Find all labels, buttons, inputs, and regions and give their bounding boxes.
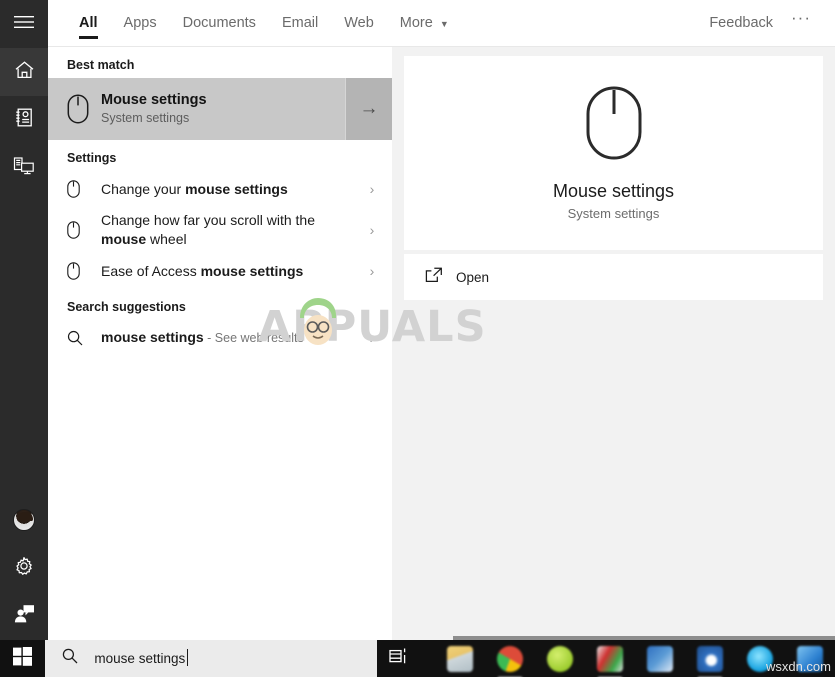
search-suggestion-label-1: mouse settings - See web results [101,329,304,345]
rail-top-group [0,0,48,192]
rail-item-home[interactable] [0,48,48,96]
tab-all-label: All [79,15,98,31]
mouse-icon [67,221,101,239]
chevron-right-icon: › [369,263,375,279]
task-view-icon [389,647,409,670]
search-flyout-screen: All Apps Documents Email Web More ▼ Feed… [0,0,835,677]
open-button-label[interactable]: Open [456,270,489,285]
task-view-button[interactable] [377,640,421,677]
rail-item-devices[interactable] [0,144,48,192]
settings-header: Settings [67,151,117,165]
gear-icon [14,556,34,581]
search-icon [67,330,101,346]
home-icon [14,60,35,85]
rail-item-notebook[interactable] [0,96,48,144]
green-app-icon[interactable] [547,645,573,672]
hamburger-icon [14,15,34,34]
tab-more-label: More [399,15,433,31]
chevron-right-icon: › [369,181,375,197]
google-chrome-icon[interactable] [497,645,523,672]
best-match-subtitle: System settings [101,111,190,125]
rail-item-settings[interactable] [0,544,48,592]
tab-more[interactable]: More ▼ [387,0,462,47]
open-external-icon [425,267,443,288]
tab-email-label: Email [281,15,319,31]
mouse-icon [67,262,101,280]
chevron-right-icon: › [369,222,375,238]
search-flyout-panel: All Apps Documents Email Web More ▼ Feed… [48,0,835,640]
preview-title: Mouse settings [552,180,675,201]
wsxdn-watermark: wsxdn.com [765,659,831,674]
tab-email[interactable]: Email [269,0,331,47]
mouse-icon [67,94,101,124]
blue-app-icon[interactable] [647,645,673,672]
multicolor-app-icon[interactable] [597,645,623,672]
settings-result-label-1: Change your mouse settings [101,180,288,197]
search-icon [62,648,78,669]
taskbar-search-box[interactable]: mouse settings [45,640,378,677]
start-button[interactable] [0,640,45,677]
mouse-icon [67,180,101,198]
mouse-icon [586,86,642,165]
tab-apps[interactable]: Apps [111,0,170,47]
feedback-person-icon [14,604,35,628]
settings-result-row-2[interactable]: Change how far you scroll with the mouse… [48,207,392,253]
windows-taskbar: mouse settings [0,640,835,677]
tab-documents[interactable]: Documents [170,0,269,47]
settings-result-row-3[interactable]: Ease of Access mouse settings › [48,253,392,289]
file-explorer-icon[interactable] [447,645,473,672]
search-input[interactable]: mouse settings [94,649,189,666]
notebook-icon [14,107,35,133]
checkmark-app-icon[interactable] [697,645,723,672]
arrow-right-icon: → [359,98,379,119]
tabbar-right-group: Feedback ··· [699,8,835,33]
preview-subtitle: System settings [567,205,660,221]
result-preview-pane: Mouse settings System settings Open [392,47,835,640]
windows-start-icon [13,646,33,671]
avatar-icon [13,509,35,531]
tab-apps-label: Apps [123,15,157,31]
settings-result-label-2: Change how far you scroll with the mouse… [101,212,315,247]
left-navigation-rail [0,0,48,640]
best-match-expand-button[interactable]: → [345,78,392,140]
best-match-result-row[interactable]: Mouse settings System settings → [48,78,392,140]
best-match-title: Mouse settings [101,92,207,108]
rail-bottom-group [0,496,48,640]
preview-actions: Open [404,254,823,300]
preview-card: Mouse settings System settings [404,56,823,250]
hamburger-menu-button[interactable] [0,0,48,48]
settings-result-row-1[interactable]: Change your mouse settings › [48,171,392,207]
chevron-down-icon: ▼ [439,18,449,29]
best-match-header: Best match [67,58,135,72]
search-suggestion-row-1[interactable]: mouse settings - See web results › [48,320,392,356]
tab-web-label: Web [344,15,374,31]
rail-item-account[interactable] [0,496,48,544]
search-results-list: Best match Mouse settings System setting… [48,47,392,640]
rail-item-feedback[interactable] [0,592,48,640]
settings-result-label-3: Ease of Access mouse settings [101,262,304,279]
best-match-text: Mouse settings System settings [101,91,207,127]
search-suggestions-header: Search suggestions [67,300,186,314]
best-match-main[interactable]: Mouse settings System settings [48,78,345,140]
search-scope-tabbar: All Apps Documents Email Web More ▼ Feed… [48,0,835,47]
tab-documents-label: Documents [182,15,256,31]
chevron-right-icon: › [369,330,375,346]
devices-icon [13,156,35,181]
feedback-button[interactable]: Feedback [699,15,783,31]
tab-web[interactable]: Web [331,0,387,47]
tab-all[interactable]: All [66,0,111,47]
overflow-menu-button[interactable]: ··· [783,8,819,28]
